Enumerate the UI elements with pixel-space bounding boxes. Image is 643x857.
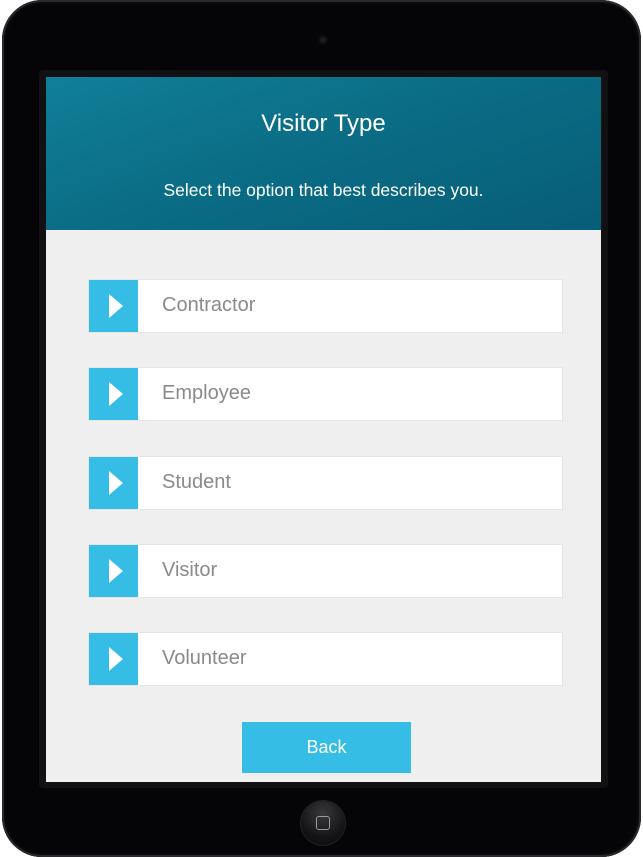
option-volunteer[interactable]: Volunteer — [89, 633, 562, 685]
option-label: Student — [162, 471, 231, 493]
home-button[interactable] — [301, 801, 345, 845]
option-visitor[interactable]: Visitor — [89, 545, 562, 597]
header: Visitor Type Select the option that best… — [46, 77, 601, 230]
camera-icon — [318, 35, 328, 45]
option-employee[interactable]: Employee — [89, 368, 562, 420]
play-arrow-icon — [89, 457, 138, 509]
play-arrow-icon — [89, 280, 138, 332]
page-subtitle: Select the option that best describes yo… — [163, 180, 484, 200]
app-screen: Visitor Type Select the option that best… — [46, 77, 601, 782]
page-title: Visitor Type — [261, 110, 386, 137]
home-square-icon — [316, 816, 330, 830]
play-arrow-icon — [89, 368, 138, 420]
play-arrow-icon — [89, 633, 138, 685]
play-arrow-icon — [89, 545, 138, 597]
option-label: Volunteer — [162, 647, 247, 669]
option-student[interactable]: Student — [89, 457, 562, 509]
option-contractor[interactable]: Contractor — [89, 280, 562, 332]
tablet-device-frame: Visitor Type Select the option that best… — [2, 0, 641, 857]
option-label: Contractor — [162, 294, 256, 316]
option-label: Employee — [162, 382, 251, 404]
option-label: Visitor — [162, 559, 218, 581]
back-button[interactable]: Back — [242, 722, 411, 773]
